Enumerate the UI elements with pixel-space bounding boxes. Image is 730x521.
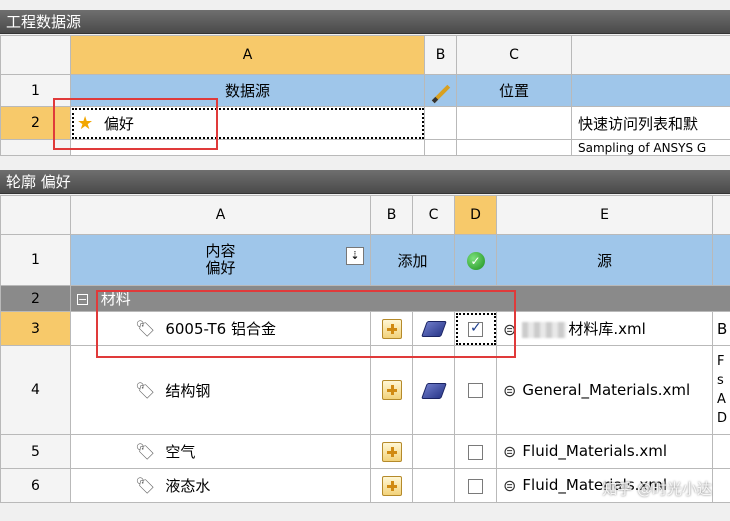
bottom-column-header-row: A B C D E <box>0 195 730 235</box>
materials-group[interactable]: − 材料 <box>70 285 730 312</box>
favorite-checkbox[interactable] <box>454 311 497 346</box>
source-cell: ⊜ Fluid_Materials.xml <box>496 434 713 469</box>
row-number[interactable]: 4 <box>0 345 71 435</box>
link-icon: ⊜ <box>503 442 517 461</box>
book-icon <box>420 382 447 399</box>
row-number[interactable]: 3 <box>0 311 71 346</box>
add-button[interactable] <box>370 434 413 469</box>
outline-favorites-title: 轮廓 偏好 <box>0 170 730 194</box>
favorite-checkbox[interactable] <box>454 345 497 435</box>
col-header-b[interactable]: B <box>370 195 413 235</box>
favorite-checkbox[interactable] <box>454 468 497 503</box>
favorite-checkbox[interactable] <box>454 434 497 469</box>
data-source-header: 数据源 <box>70 74 425 107</box>
link-icon: ⊜ <box>503 476 517 495</box>
corner-cell <box>0 195 71 235</box>
col-header-b[interactable]: B <box>424 35 457 75</box>
col-header-c[interactable]: C <box>412 195 455 235</box>
outline-table: A B C D E 1 内容 偏好 ⇣ 添加 ✓ 源 2 − 材料 3 🏷 600… <box>0 195 730 503</box>
row-number[interactable]: 5 <box>0 434 71 469</box>
blurred-text <box>522 321 567 338</box>
extra-column: F s A D <box>712 345 730 435</box>
link-icon: ⊜ <box>503 380 517 400</box>
data-source-table: A B C 1 数据源 位置 2 ★ 偏好 快速访问列表和默 Sampling … <box>0 35 730 156</box>
top-row-2[interactable]: 2 ★ 偏好 快速访问列表和默 <box>0 106 730 140</box>
sampling-description: Sampling of ANSYS G <box>571 139 730 156</box>
material-row-structural-steel[interactable]: 4 🏷 结构钢 ⊜ General_Materials.xml F s A D <box>0 345 730 435</box>
favorites-description: 快速访问列表和默 <box>571 106 730 140</box>
checkbox-unchecked[interactable] <box>468 444 483 460</box>
checkbox-unchecked[interactable] <box>468 478 483 494</box>
favorites-cell[interactable]: ★ 偏好 <box>70 106 425 140</box>
checkbox-unchecked[interactable] <box>468 383 483 398</box>
tag-icon: 🏷 <box>135 476 156 495</box>
book-icon <box>420 321 447 337</box>
add-button[interactable] <box>370 468 413 503</box>
green-check-icon: ✓ <box>454 234 497 286</box>
add-button[interactable] <box>370 311 413 346</box>
material-row-aluminum[interactable]: 3 🏷6005-T6 铝合金 ⊜材料库.xml B <box>0 311 730 346</box>
tag-icon: 🏷 <box>135 380 156 400</box>
group-row-materials[interactable]: 2 − 材料 <box>0 285 730 312</box>
top-column-header-row: A B C <box>0 35 730 75</box>
col-header-a[interactable]: A <box>70 195 371 235</box>
star-icon: ★ <box>77 112 94 134</box>
checkbox-checked[interactable] <box>468 320 483 337</box>
corner-cell <box>0 35 71 75</box>
col-header-a[interactable]: A <box>70 35 425 75</box>
link-icon: ⊜ <box>503 320 517 339</box>
edit-button[interactable] <box>412 311 455 346</box>
row-number[interactable]: 1 <box>0 234 71 286</box>
location-header: 位置 <box>456 74 572 107</box>
add-button[interactable] <box>370 345 413 435</box>
plus-icon <box>381 380 402 400</box>
row-number[interactable]: 2 <box>0 285 71 312</box>
plus-icon <box>381 475 402 496</box>
top-row-1: 1 数据源 位置 <box>0 74 730 107</box>
pencil-icon <box>424 74 457 107</box>
source-cell: ⊜ Fluid_Materials.xml <box>496 468 713 503</box>
description-header <box>571 74 730 107</box>
material-row-air[interactable]: 5 🏷 空气 ⊜ Fluid_Materials.xml <box>0 434 730 469</box>
top-row-3[interactable]: Sampling of ANSYS G <box>0 139 730 156</box>
plus-icon <box>381 441 402 462</box>
col-header-d[interactable]: D <box>454 195 497 235</box>
edit-button[interactable] <box>412 345 455 435</box>
tag-icon: 🏷 <box>135 319 156 338</box>
plus-icon <box>381 318 402 339</box>
material-name-cell[interactable]: 🏷 液态水 <box>70 468 371 503</box>
sort-icon[interactable]: ⇣ <box>346 247 364 265</box>
material-name-cell[interactable]: 🏷 空气 <box>70 434 371 469</box>
row-number[interactable]: 1 <box>0 74 71 107</box>
source-header: 源 <box>496 234 713 286</box>
materials-label: 材料 <box>100 290 131 308</box>
material-name-cell[interactable]: 🏷 结构钢 <box>70 345 371 435</box>
material-name-cell[interactable]: 🏷 6005-T6 铝合金 <box>70 311 371 346</box>
bottom-row-1: 1 内容 偏好 ⇣ 添加 ✓ 源 <box>0 234 730 286</box>
row-number[interactable]: 2 <box>0 106 71 140</box>
tag-icon: 🏷 <box>135 442 156 461</box>
material-row-liquid-water[interactable]: 6 🏷 液态水 ⊜ Fluid_Materials.xml <box>0 468 730 503</box>
contents-header: 内容 偏好 ⇣ <box>70 234 371 286</box>
add-header: 添加 <box>370 234 455 286</box>
project-data-source-title: 工程数据源 <box>0 10 730 34</box>
source-cell: ⊜ 材料库.xml <box>496 311 713 346</box>
source-cell: ⊜ General_Materials.xml <box>496 345 713 435</box>
col-header-c[interactable]: C <box>456 35 572 75</box>
col-header-d[interactable] <box>571 35 730 75</box>
col-header-e[interactable]: E <box>496 195 713 235</box>
collapse-icon[interactable]: − <box>77 294 88 305</box>
favorites-label: 偏好 <box>103 114 134 133</box>
row-number[interactable]: 6 <box>0 468 71 503</box>
